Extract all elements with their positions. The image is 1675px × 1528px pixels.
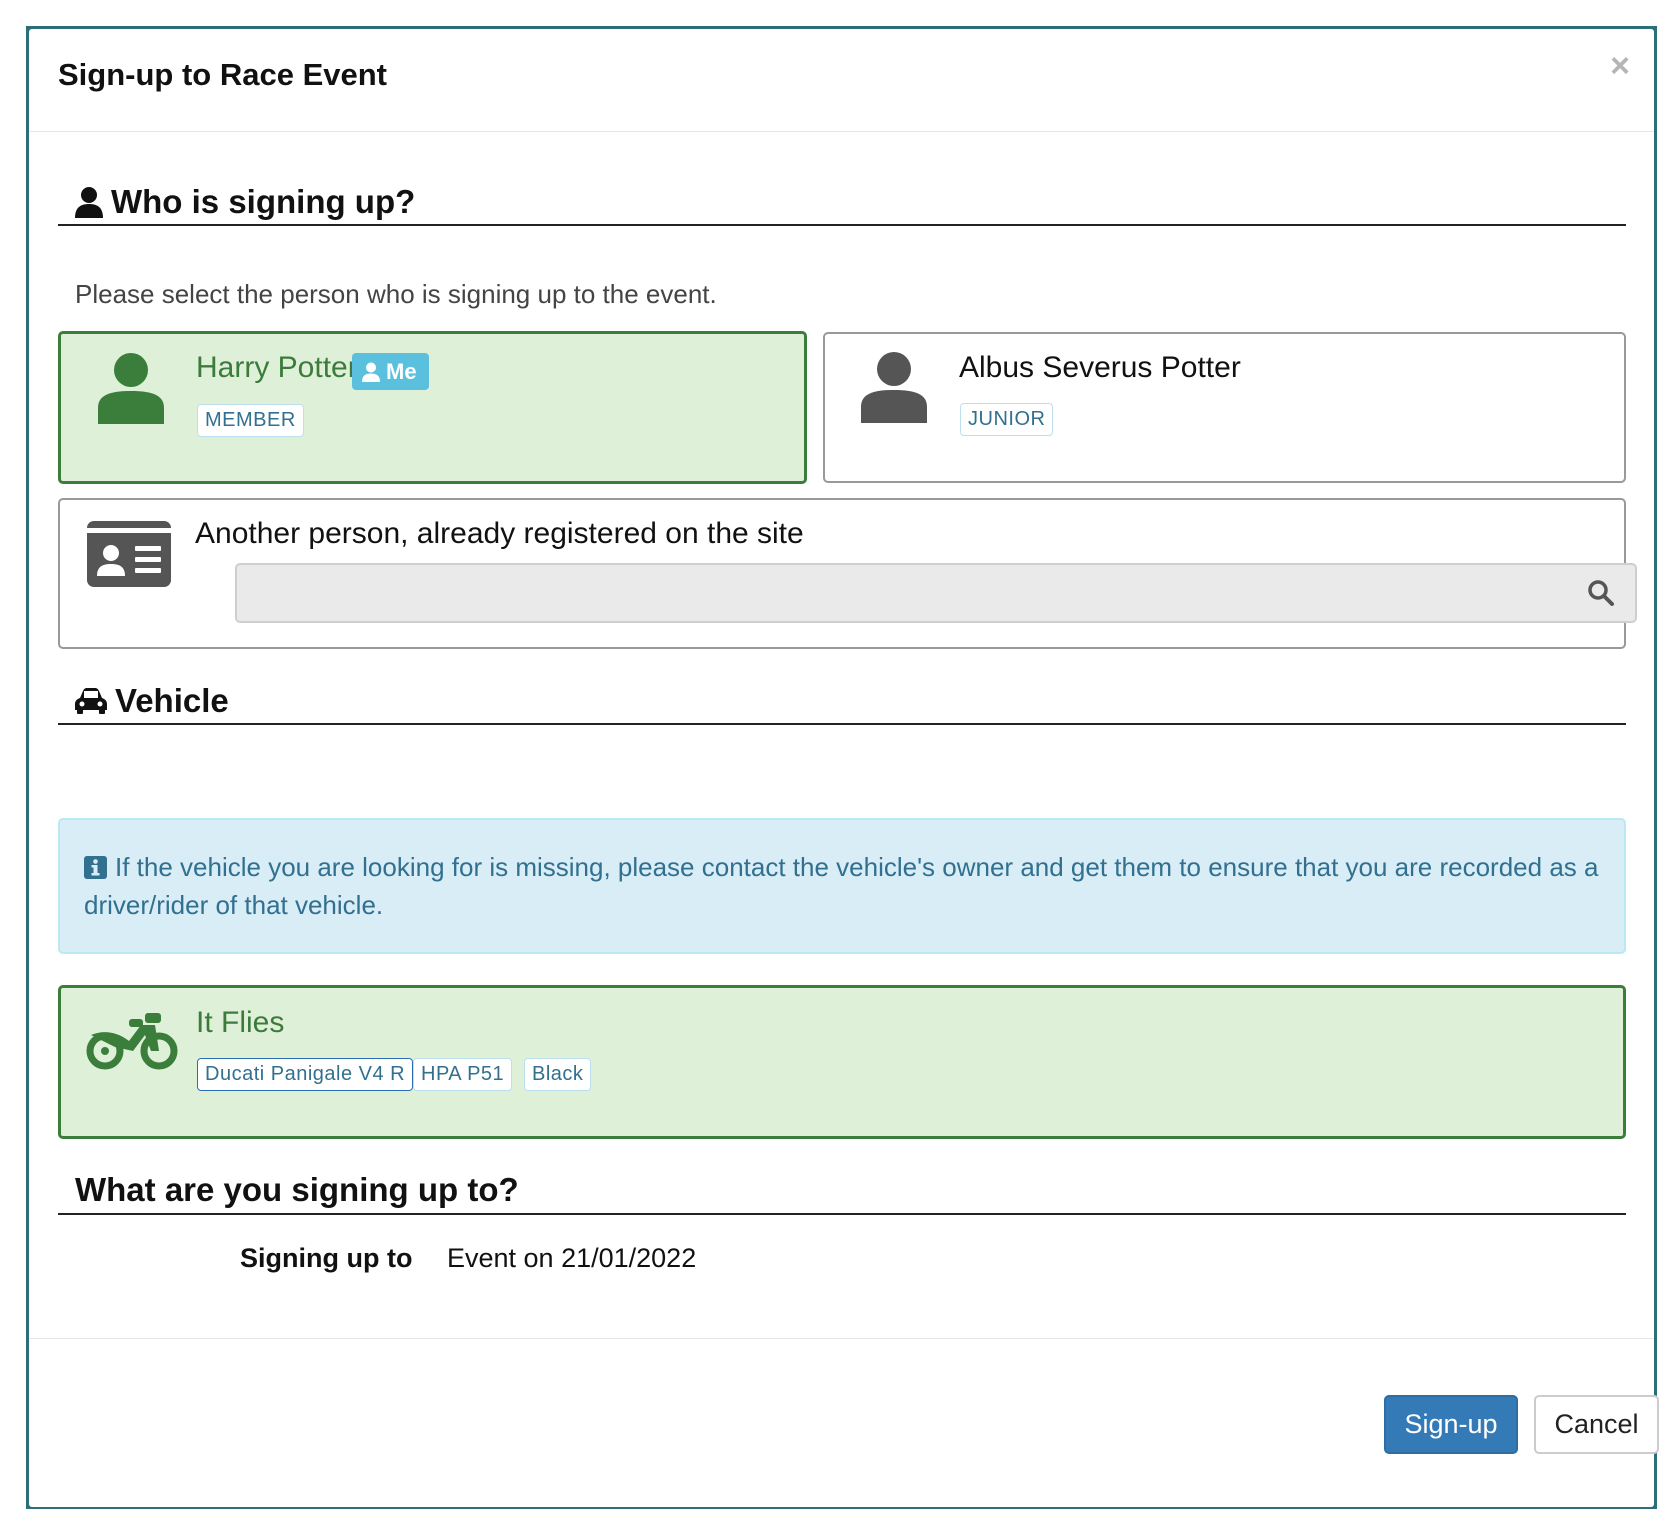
vehicle-info-text: If the vehicle you are looking for is mi…: [84, 852, 1599, 920]
me-badge: Me: [352, 353, 429, 390]
vehicle-info-alert: If the vehicle you are looking for is mi…: [58, 818, 1626, 954]
person-name: Albus Severus Potter: [959, 351, 1241, 384]
person-search-field: [235, 563, 1637, 623]
who-heading-text: Who is signing up?: [111, 182, 416, 220]
vehicle-tag-colour: Black: [524, 1058, 592, 1091]
car-icon: [75, 688, 107, 714]
who-section-heading: Who is signing up?: [58, 179, 1626, 226]
user-icon: [362, 362, 380, 382]
info-icon: [84, 856, 107, 879]
vehicle-card-it-flies[interactable]: It Flies Ducati Panigale V4 R HPA P51 Bl…: [58, 985, 1626, 1139]
close-icon[interactable]: ×: [1610, 49, 1630, 83]
vehicle-tag-registration: HPA P51: [413, 1058, 513, 1091]
person-avatar-icon: [861, 352, 927, 423]
person-card-albus-severus-potter[interactable]: Albus Severus Potter JUNIOR: [823, 332, 1626, 483]
search-icon[interactable]: [1587, 579, 1615, 607]
modal-footer: Sign-up Cancel: [29, 1338, 1659, 1507]
user-icon: [75, 186, 103, 218]
id-card-icon: [87, 521, 171, 587]
another-person-label: Another person, already registered on th…: [195, 517, 804, 550]
signup-button[interactable]: Sign-up: [1384, 1395, 1518, 1454]
modal-title: Sign-up to Race Event: [58, 57, 387, 92]
person-card-harry-potter[interactable]: Harry Potter Me MEMBER: [58, 331, 807, 484]
me-badge-label: Me: [386, 359, 417, 384]
signup-heading-text: What are you signing up to?: [75, 1171, 519, 1208]
signup-section-heading: What are you signing up to?: [58, 1167, 1626, 1215]
cancel-button[interactable]: Cancel: [1534, 1395, 1659, 1454]
vehicle-tag-model: Ducati Panigale V4 R: [197, 1058, 414, 1091]
vehicle-heading-text: Vehicle: [115, 682, 229, 719]
signup-modal: Sign-up to Race Event × Who is signing u…: [29, 29, 1659, 1507]
person-tag: MEMBER: [197, 404, 304, 437]
vehicle-name: It Flies: [196, 1006, 285, 1039]
another-person-card[interactable]: Another person, already registered on th…: [58, 498, 1637, 649]
person-avatar-icon: [98, 353, 164, 424]
person-name: Harry Potter: [196, 351, 358, 384]
signing-up-to-value: Event on 21/01/2022: [447, 1243, 697, 1273]
person-tag: JUNIOR: [960, 403, 1054, 436]
modal-header: Sign-up to Race Event ×: [29, 29, 1654, 132]
vehicle-section-heading: Vehicle: [58, 679, 1626, 725]
person-search-input[interactable]: [237, 565, 1635, 621]
motorcycle-icon: [86, 1013, 178, 1070]
who-help-text: Please select the person who is signing …: [75, 279, 717, 309]
signing-up-to-label: Signing up to: [240, 1243, 413, 1273]
